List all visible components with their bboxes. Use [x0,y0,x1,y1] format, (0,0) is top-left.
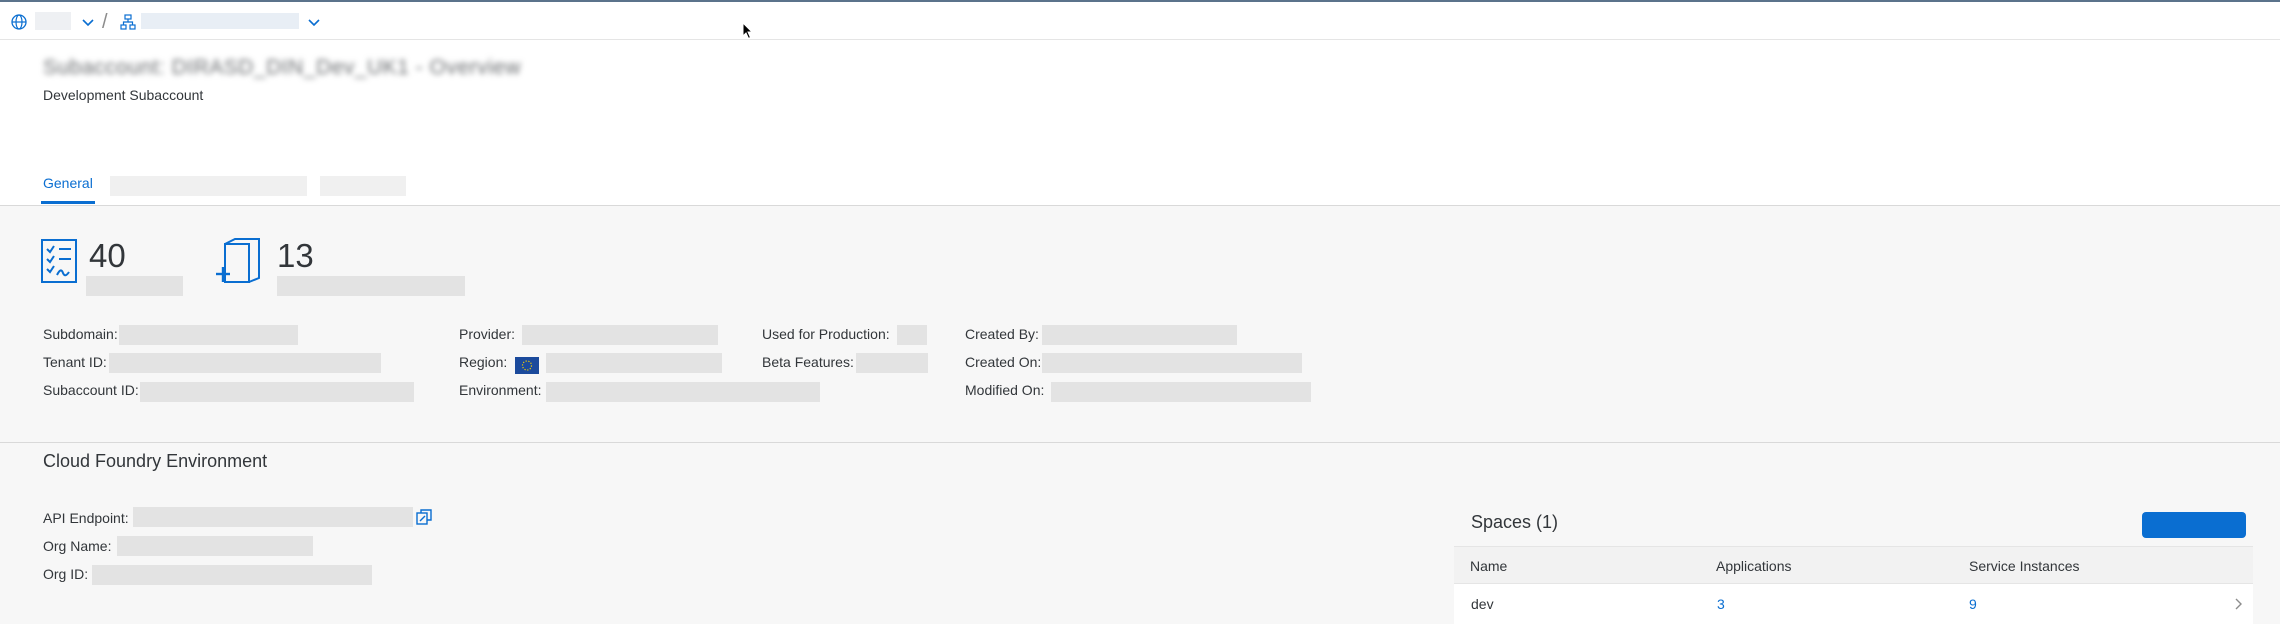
eu-flag-icon [515,357,539,374]
subdomain-label: Subdomain: [43,326,118,342]
created-on-label: Created On: [965,354,1042,370]
api-endpoint-label: API Endpoint: [43,510,129,526]
org-name-value [117,536,313,556]
modified-on-label: Modified On: [965,382,1045,398]
region-label: Region: [459,354,508,370]
tenant-id-label: Tenant ID: [43,354,107,370]
column-header-applications[interactable]: Applications [1716,558,1792,574]
kpi-value: 13 [277,237,314,274]
copy-icon[interactable] [416,509,432,525]
service-instances-count-link[interactable]: 9 [1969,596,1977,612]
add-document-icon [216,238,260,283]
tab-general[interactable]: General [43,175,93,191]
api-endpoint-value[interactable] [133,507,413,527]
created-on-value [1042,353,1302,373]
chevron-right-icon[interactable] [2232,597,2244,611]
environment-value [546,382,820,402]
subaccount-breadcrumb[interactable] [141,13,299,29]
created-by-label: Created By: [965,326,1039,342]
globe-icon[interactable] [10,13,28,31]
environment-label: Environment: [459,382,542,398]
org-id-label: Org ID: [43,566,89,582]
top-navigation-bar: / [0,0,2280,40]
tab-selected-indicator [41,201,95,204]
page-subtitle: Development Subaccount [43,87,204,103]
tenant-id-value [109,353,381,373]
breadcrumb-separator: / [102,11,108,33]
kpi-label [86,276,183,296]
subaccount-id-value [140,382,414,402]
subaccount-id-label: Subaccount ID: [43,382,139,398]
applications-count-link[interactable]: 3 [1717,596,1725,612]
global-account-name[interactable] [35,12,71,30]
column-header-name[interactable]: Name [1470,558,1507,574]
object-page-header: Subaccount: DIRASD_DIN_Dev_UK1 - Overvie… [0,40,2280,206]
column-header-service-instances[interactable]: Service Instances [1969,558,2080,574]
tab-redacted[interactable] [110,176,307,196]
kpi-label [277,276,465,296]
page-title: Subaccount: DIRASD_DIN_Dev_UK1 - Overvie… [43,56,522,79]
section-title: Cloud Foundry Environment [43,451,268,471]
created-by-value [1042,325,1237,345]
create-space-button[interactable] [2142,512,2246,538]
org-id-value [92,565,372,585]
kpi-value: 40 [89,237,126,274]
used-for-production-label: Used for Production: [762,326,890,342]
modified-on-value [1051,382,1311,402]
spaces-title: Spaces (1) [1471,512,1559,532]
chevron-down-icon[interactable] [305,13,323,31]
provider-value [522,325,718,345]
org-name-label: Org Name: [43,538,112,554]
hierarchy-icon [120,14,136,30]
section-divider [0,442,2280,443]
region-value [546,353,722,373]
space-name: dev [1471,596,1494,612]
table-row[interactable]: dev 3 9 [1454,584,2253,624]
subdomain-value [119,325,298,345]
beta-features-label: Beta Features: [762,354,854,370]
beta-features-value [856,353,928,373]
used-for-production-value [897,325,927,345]
provider-label: Provider: [459,326,516,342]
checklist-icon [41,239,77,283]
mouse-cursor-icon [742,22,754,40]
chevron-down-icon[interactable] [79,13,97,31]
tab-redacted[interactable] [320,176,406,196]
table-header: Name Applications Service Instances [1454,546,2253,584]
